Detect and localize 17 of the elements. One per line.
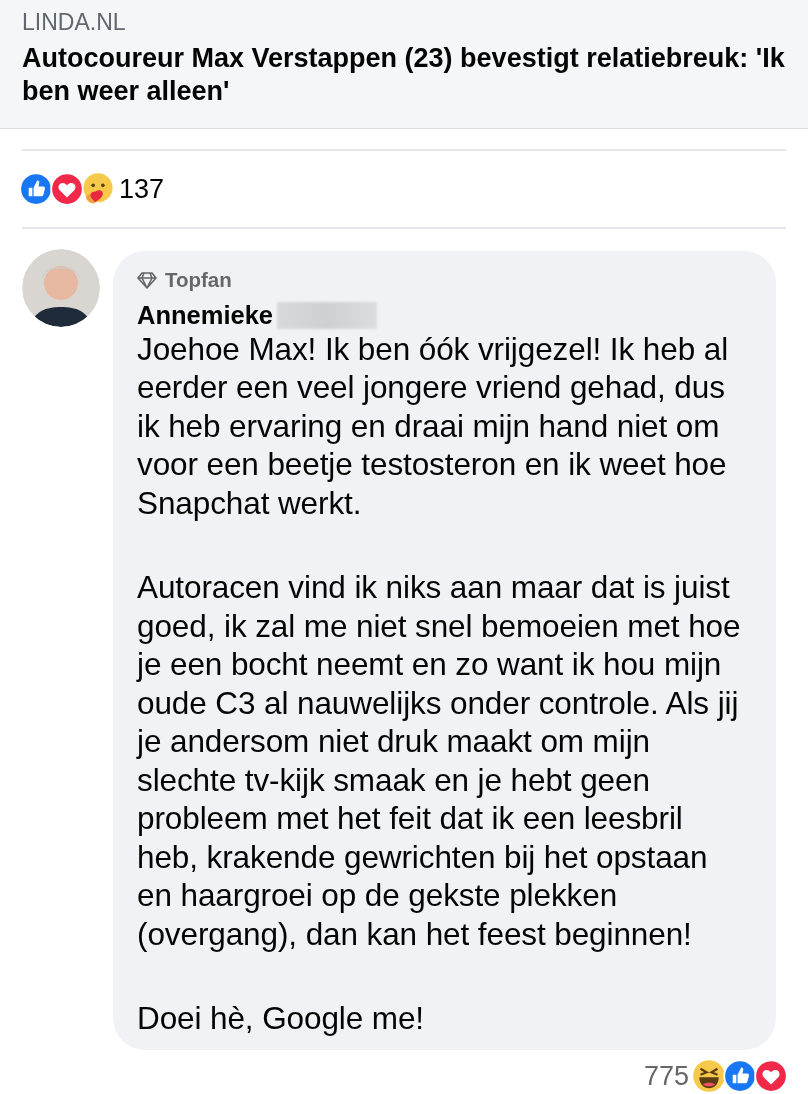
reaction-count: 775 bbox=[643, 1059, 689, 1093]
author-name[interactable]: Annemieke bbox=[137, 300, 274, 329]
article-title: Autocoureur Max Verstappen (23) bevestigt relatiebreuk: 'Ik ben weer alleen' bbox=[22, 42, 786, 108]
comment-paragraph: Autoracen vind ik niks aan maar dat is juist goed, ik zal me niet snel bemoeien met hoe je een bocht neemt en zo want ik hou mijn oude C3 al nauwelijks onder controle. Als jij je andersom niet druk maakt om mijn slechte tv-kijk smaak en je hebt geen probleem met het feit dat ik een leesbril heb, krakende gewrichten bij het opstaan en haargroei op de gekste plekken (overgang), dan kan het feest beginnen! bbox=[137, 568, 742, 954]
care-icon bbox=[81, 172, 115, 206]
haha-icon bbox=[692, 1059, 726, 1093]
like-icon bbox=[723, 1059, 757, 1093]
like-icon bbox=[19, 172, 53, 206]
love-icon bbox=[50, 172, 84, 206]
love-icon bbox=[754, 1059, 788, 1093]
source-domain: LINDA.NL bbox=[22, 8, 127, 36]
diamond-icon bbox=[137, 271, 157, 290]
reaction-count: 137 bbox=[119, 172, 165, 206]
link-preview-card[interactable]: LINDA.NL Autocoureur Max Verstappen (23) bevestigt relatiebreuk: 'Ik ben weer alleen' bbox=[0, 0, 808, 129]
fan-label: Topfan bbox=[165, 267, 232, 293]
comment-paragraph: Doei hè, Google me! bbox=[137, 999, 425, 1038]
comment-paragraph: Joehoe Max! Ik ben óók vrijgezel! Ik heb al eerder een veel jongere vriend gehad, dus ik heb ervaring en draai mijn hand niet om voor een beetje testosteron en ik weet hoe Snapchat werkt. bbox=[137, 329, 730, 523]
